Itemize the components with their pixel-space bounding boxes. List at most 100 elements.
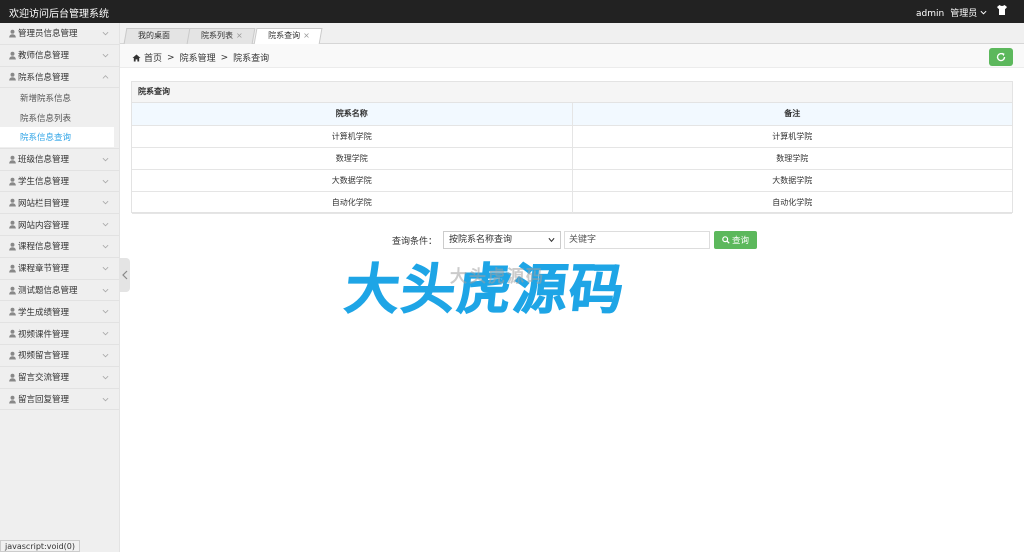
- sidebar-item-label: 视频课件管理: [18, 329, 70, 340]
- user-icon: [9, 286, 16, 295]
- sidebar-item[interactable]: 留言回复管理: [0, 389, 119, 411]
- sidebar-item[interactable]: 课程章节管理: [0, 258, 119, 280]
- chevron-down-icon: [102, 244, 109, 249]
- panel-title: 院系查询: [132, 82, 1012, 103]
- table-cell: 自动化学院: [572, 191, 1012, 214]
- sidebar-item-label: 学生成绩管理: [18, 307, 70, 318]
- sidebar-item[interactable]: 课程信息管理: [0, 236, 119, 258]
- table-cell: 计算机学院: [132, 125, 573, 148]
- breadcrumb-home[interactable]: 首页: [144, 51, 162, 64]
- tab-label: 我的桌面: [138, 31, 170, 40]
- chevron-left-icon: [122, 270, 128, 280]
- table-cell: 大数据学院: [132, 169, 573, 192]
- tab-close-icon[interactable]: ×: [303, 29, 310, 43]
- chevron-up-icon: [102, 74, 109, 79]
- sidebar-collapse-handle[interactable]: [120, 258, 130, 292]
- tab-label: 院系查询: [268, 31, 301, 40]
- user-icon: [9, 199, 16, 207]
- sidebar-item[interactable]: 网站栏目管理: [0, 192, 119, 215]
- sidebar-item[interactable]: 测试题信息管理: [0, 280, 119, 302]
- user-icon: [9, 308, 16, 316]
- breadcrumb-bar: 首页 > 院系管理 > 院系查询: [120, 44, 1024, 68]
- watermark-text: 大头虎源码: [450, 267, 545, 287]
- search-icon: [722, 236, 730, 244]
- chevron-down-icon: [102, 266, 109, 271]
- user-icon: [9, 264, 16, 273]
- chevron-down-icon: [102, 332, 109, 336]
- table-cell: 大数据学院: [572, 169, 1012, 192]
- chevron-down-icon: [102, 31, 109, 36]
- user-role: 管理员: [950, 9, 978, 19]
- sidebar-item[interactable]: 管理员信息管理: [0, 23, 119, 45]
- sidebar-item[interactable]: 院系信息管理: [0, 67, 119, 89]
- tab-close-icon[interactable]: ×: [236, 29, 243, 43]
- user-icon: [9, 395, 16, 404]
- user-icon: [9, 329, 16, 338]
- sidebar-item-label: 班级信息管理: [18, 155, 70, 166]
- tab-dept-list[interactable]: 院系列表 ×: [186, 28, 256, 44]
- sidebar-item[interactable]: 视频课件管理: [0, 323, 119, 346]
- sidebar: 管理员信息管理 教师信息管理院系信息管理 新增院系信息 院系信息列表 院系信息查询班级信…: [0, 23, 120, 552]
- tab-desktop[interactable]: 我的桌面: [123, 28, 193, 44]
- chevron-down-icon: [102, 375, 109, 380]
- table-cell: 计算机学院: [572, 125, 1012, 148]
- tab-bar: 我的桌面 院系列表 × 院系查询 ×: [120, 23, 1024, 45]
- refresh-button[interactable]: [989, 48, 1013, 66]
- sidebar-subitem[interactable]: 院系信息列表: [0, 108, 119, 128]
- chevron-down-icon: [102, 179, 109, 184]
- table-cell: 自动化学院: [132, 191, 573, 214]
- chevron-down-icon: [548, 237, 555, 243]
- user-icon: [9, 29, 16, 38]
- breadcrumb-separator: >: [220, 52, 229, 63]
- sidebar-item-label: 网站栏目管理: [18, 198, 70, 209]
- sidebar-item[interactable]: 班级信息管理: [0, 149, 119, 171]
- sidebar-item-label: 留言交流管理: [18, 373, 70, 384]
- sidebar-item-label: 留言回复管理: [18, 395, 70, 406]
- table-header-row: 院系名称 备注: [132, 103, 1012, 126]
- breadcrumb: 首页 > 院系管理 > 院系查询: [132, 51, 269, 64]
- tab-label: 院系列表: [201, 31, 233, 40]
- sidebar-item-label: 教师信息管理: [18, 51, 70, 62]
- tab-dept-query[interactable]: 院系查询 ×: [253, 28, 323, 45]
- sidebar-item[interactable]: 教师信息管理: [0, 45, 119, 67]
- refresh-icon: [996, 52, 1006, 62]
- user-icon: [9, 351, 16, 360]
- column-header: 院系名称: [132, 103, 573, 126]
- sidebar-item[interactable]: 留言交流管理: [0, 367, 119, 389]
- dept-query-panel: 院系查询 院系名称 备注 计算机学院 计算机学院 数理学院 数理学院 大数据学院 大数…: [131, 81, 1013, 214]
- query-button[interactable]: 查询: [714, 231, 758, 249]
- select-value: 按院系名称查询: [449, 235, 513, 245]
- home-icon: [132, 53, 141, 62]
- chevron-down-icon: [102, 53, 109, 58]
- sidebar-item-label: 课程章节管理: [18, 264, 70, 275]
- chevron-down-icon: [102, 157, 109, 162]
- column-header: 备注: [572, 103, 1012, 126]
- app-title: 欢迎访问后台管理系统: [9, 9, 109, 20]
- sidebar-item-label: 学生信息管理: [18, 177, 70, 188]
- user-icon: [9, 177, 16, 186]
- chevron-down-icon: [102, 288, 109, 293]
- theme-shirt-icon[interactable]: [996, 4, 1008, 16]
- sidebar-item-label: 管理员信息管理: [18, 29, 78, 40]
- user-icon: [9, 155, 16, 164]
- user-menu[interactable]: admin 管理员: [916, 6, 987, 19]
- table-cell: 数理学院: [572, 147, 1012, 170]
- sidebar-item-label: 测试题信息管理: [18, 286, 78, 297]
- breadcrumb-level2: 院系查询: [233, 54, 270, 64]
- user-icon: [9, 220, 16, 229]
- breadcrumb-level1[interactable]: 院系管理: [180, 51, 216, 64]
- sidebar-subitem[interactable]: 院系信息查询: [0, 127, 114, 147]
- sidebar-item[interactable]: 学生信息管理: [0, 171, 119, 193]
- user-icon: [9, 73, 16, 82]
- chevron-down-icon: [102, 310, 109, 314]
- sidebar-item-label: 视频留言管理: [18, 351, 70, 362]
- chevron-down-icon: [102, 223, 109, 227]
- sidebar-item[interactable]: 网站内容管理: [0, 214, 119, 237]
- username: admin: [916, 9, 945, 19]
- user-icon: [9, 373, 16, 382]
- sidebar-item[interactable]: 学生成绩管理: [0, 301, 119, 324]
- top-header: 欢迎访问后台管理系统 admin 管理员: [0, 0, 1024, 23]
- sidebar-item[interactable]: 视频留言管理: [0, 345, 119, 367]
- sidebar-subitem[interactable]: 新增院系信息: [0, 88, 119, 108]
- chevron-down-icon: [102, 201, 109, 205]
